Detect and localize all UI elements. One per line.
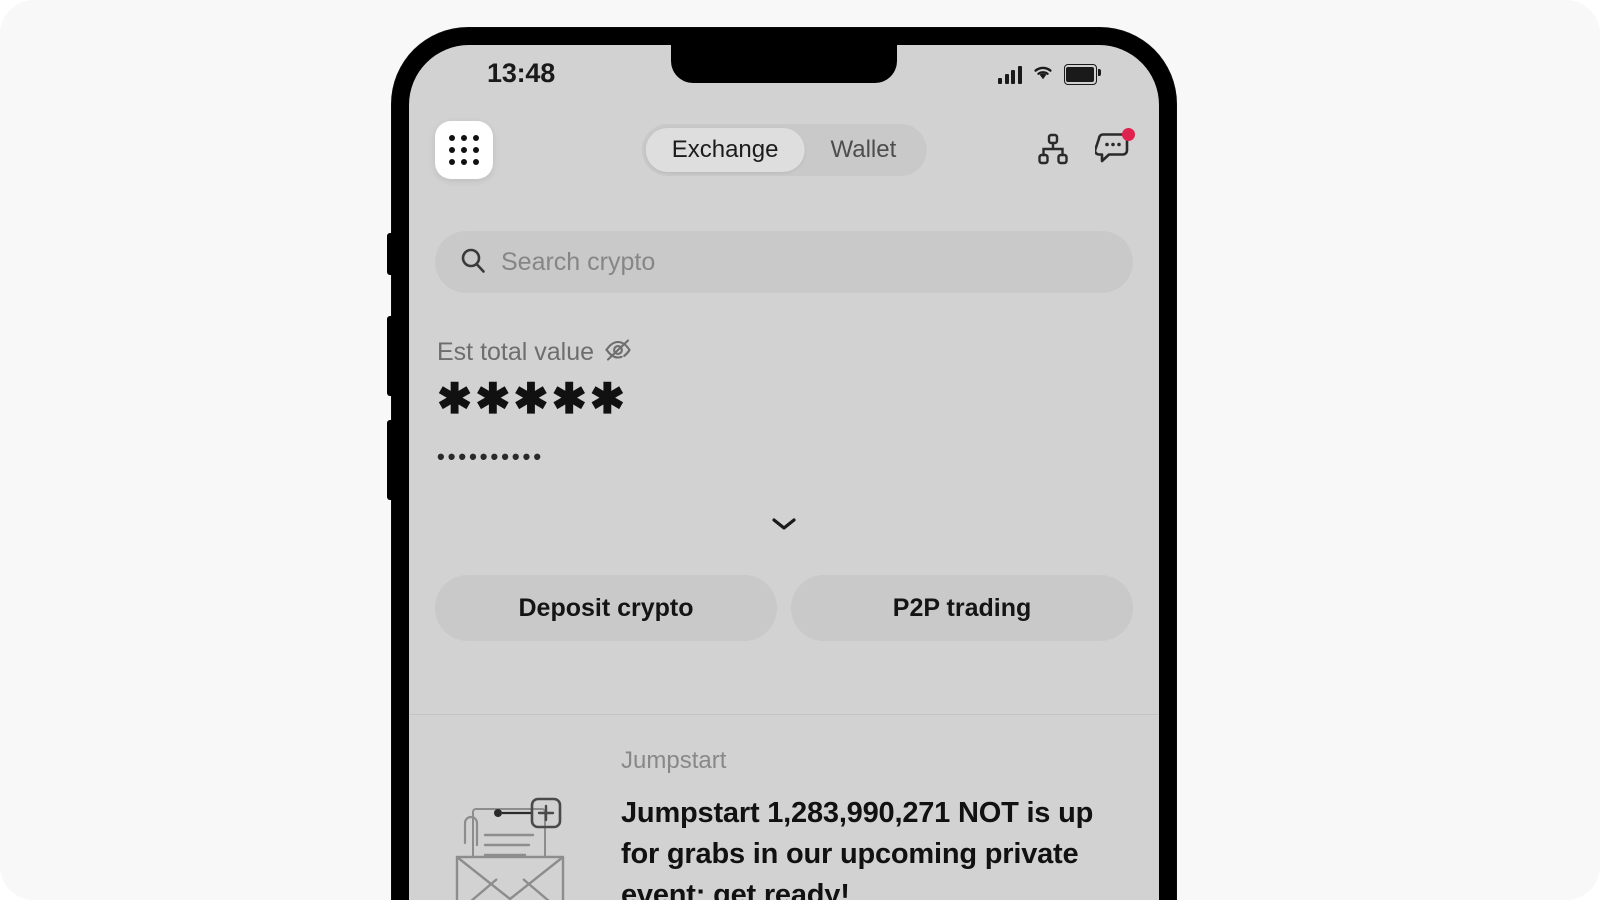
balance-label-row: Est total value: [437, 337, 1135, 368]
jumpstart-headline: Jumpstart 1,283,990,271 NOT is up for gr…: [621, 797, 1094, 900]
volume-up-button[interactable]: [387, 316, 393, 396]
phone-device-frame: 13:48 Exchange Wallet Search crypto Est …: [387, 28, 1176, 900]
balance-label: Est total value: [437, 338, 595, 366]
notification-badge-dot: [1122, 128, 1135, 141]
jumpstart-kicker: Jumpstart: [621, 747, 727, 774]
search-input[interactable]: Search crypto: [435, 231, 1133, 293]
jumpstart-card[interactable]: Jumpstart Jumpstart 1,283,990,271 NOT is…: [409, 715, 1159, 900]
signal-bars-icon: [998, 65, 1022, 84]
balance-primary-masked: ✱✱✱✱✱: [437, 375, 628, 422]
envelope-letter-icon: [435, 743, 621, 900]
p2p-trading-button[interactable]: P2P trading: [791, 575, 1133, 641]
grid-apps-icon[interactable]: [435, 121, 493, 179]
chevron-down-icon[interactable]: [764, 511, 804, 537]
eye-off-icon[interactable]: [603, 337, 633, 368]
silent-switch-button[interactable]: [387, 233, 393, 275]
search-icon: [459, 246, 487, 279]
tab-wallet[interactable]: Wallet: [804, 128, 922, 172]
referral-network-icon[interactable]: [1033, 129, 1073, 169]
status-bar-icons: [998, 63, 1102, 86]
phone-screen: 13:48 Exchange Wallet Search crypto Est …: [409, 45, 1159, 900]
action-buttons-row: Deposit crypto P2P trading: [435, 575, 1133, 641]
chat-bubble-icon[interactable]: [1093, 128, 1135, 169]
status-bar-time: 13:48: [487, 58, 556, 88]
deposit-crypto-button[interactable]: Deposit crypto: [435, 575, 777, 641]
battery-icon: [1063, 64, 1102, 85]
device-notch: [671, 45, 897, 83]
balance-secondary-masked: ••••••••••: [437, 444, 545, 469]
volume-down-button[interactable]: [387, 420, 393, 500]
search-placeholder-text: Search crypto: [501, 247, 656, 276]
balance-section: Est total value ✱✱✱✱✱ ••••••••••: [437, 337, 1135, 468]
wifi-icon: [1031, 63, 1055, 86]
tab-switcher: Exchange Wallet: [641, 124, 927, 176]
tab-exchange[interactable]: Exchange: [645, 128, 805, 172]
header-actions: [1033, 128, 1135, 169]
app-header: Exchange Wallet: [409, 121, 1159, 193]
page-canvas: 13:48 Exchange Wallet Search crypto Est …: [0, 0, 1600, 900]
